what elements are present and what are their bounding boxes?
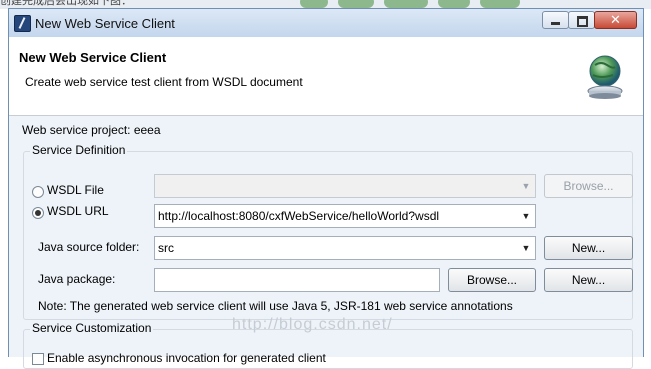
- title-bar[interactable]: New Web Service Client ✕: [9, 9, 643, 37]
- source-folder-value: src: [158, 241, 174, 255]
- globe-bell-icon: [587, 55, 623, 99]
- chevron-down-icon: ▼: [521, 211, 531, 221]
- async-checkbox[interactable]: [32, 353, 44, 365]
- chevron-down-icon: ▼: [521, 243, 531, 253]
- wsdl-file-browse-button[interactable]: Browse...: [544, 174, 633, 198]
- package-label: Java package:: [38, 272, 116, 286]
- project-label: Web service project: eeea: [22, 123, 161, 137]
- background-blob: [480, 0, 520, 8]
- watermark: http://blog.csdn.net/: [232, 316, 393, 333]
- background-blob: [384, 0, 428, 8]
- maximize-button[interactable]: [568, 11, 595, 29]
- wsdl-file-radio[interactable]: [32, 186, 44, 198]
- generation-note: Note: The generated web service client w…: [38, 299, 513, 313]
- package-new-button[interactable]: New...: [544, 268, 633, 292]
- wsdl-url-combo[interactable]: http://localhost:8080/cxfWebService/hell…: [154, 204, 536, 228]
- window-title: New Web Service Client: [35, 16, 175, 31]
- service-customization-group: Service Customization Enable asynchronou…: [23, 321, 633, 369]
- service-definition-title: Service Definition: [30, 143, 128, 157]
- source-folder-label: Java source folder:: [38, 240, 140, 254]
- chevron-down-icon: ▼: [521, 181, 531, 191]
- wsdl-file-label: WSDL File: [47, 183, 104, 197]
- background-text: 创建完成后会出现如下图：: [0, 0, 132, 7]
- async-label: Enable asynchronous invocation for gener…: [47, 351, 326, 365]
- background-blob: [338, 0, 374, 8]
- banner-title: New Web Service Client: [19, 50, 167, 65]
- minimize-button[interactable]: [542, 11, 569, 29]
- close-icon: ✕: [610, 12, 621, 27]
- banner-description: Create web service test client from WSDL…: [25, 75, 303, 89]
- wizard-banner: New Web Service Client Create web servic…: [9, 37, 643, 116]
- close-button[interactable]: ✕: [594, 11, 637, 29]
- wsdl-file-combo[interactable]: ▼: [154, 174, 536, 198]
- source-folder-new-button[interactable]: New...: [544, 236, 633, 260]
- service-customization-title: Service Customization: [30, 321, 154, 335]
- service-definition-group: Service Definition WSDL File ▼ Browse...…: [23, 143, 633, 320]
- background-blob: [438, 0, 470, 8]
- wsdl-url-radio[interactable]: [32, 207, 44, 219]
- eclipse-app-icon: [14, 15, 31, 32]
- package-input[interactable]: [154, 268, 440, 292]
- source-folder-combo[interactable]: src ▼: [154, 236, 536, 260]
- background-blob: [300, 0, 328, 8]
- wsdl-url-value: http://localhost:8080/cxfWebService/hell…: [158, 209, 440, 223]
- dialog-window: New Web Service Client ✕ New Web Service…: [8, 8, 644, 369]
- wsdl-url-label: WSDL URL: [47, 204, 109, 218]
- package-browse-button[interactable]: Browse...: [448, 268, 536, 292]
